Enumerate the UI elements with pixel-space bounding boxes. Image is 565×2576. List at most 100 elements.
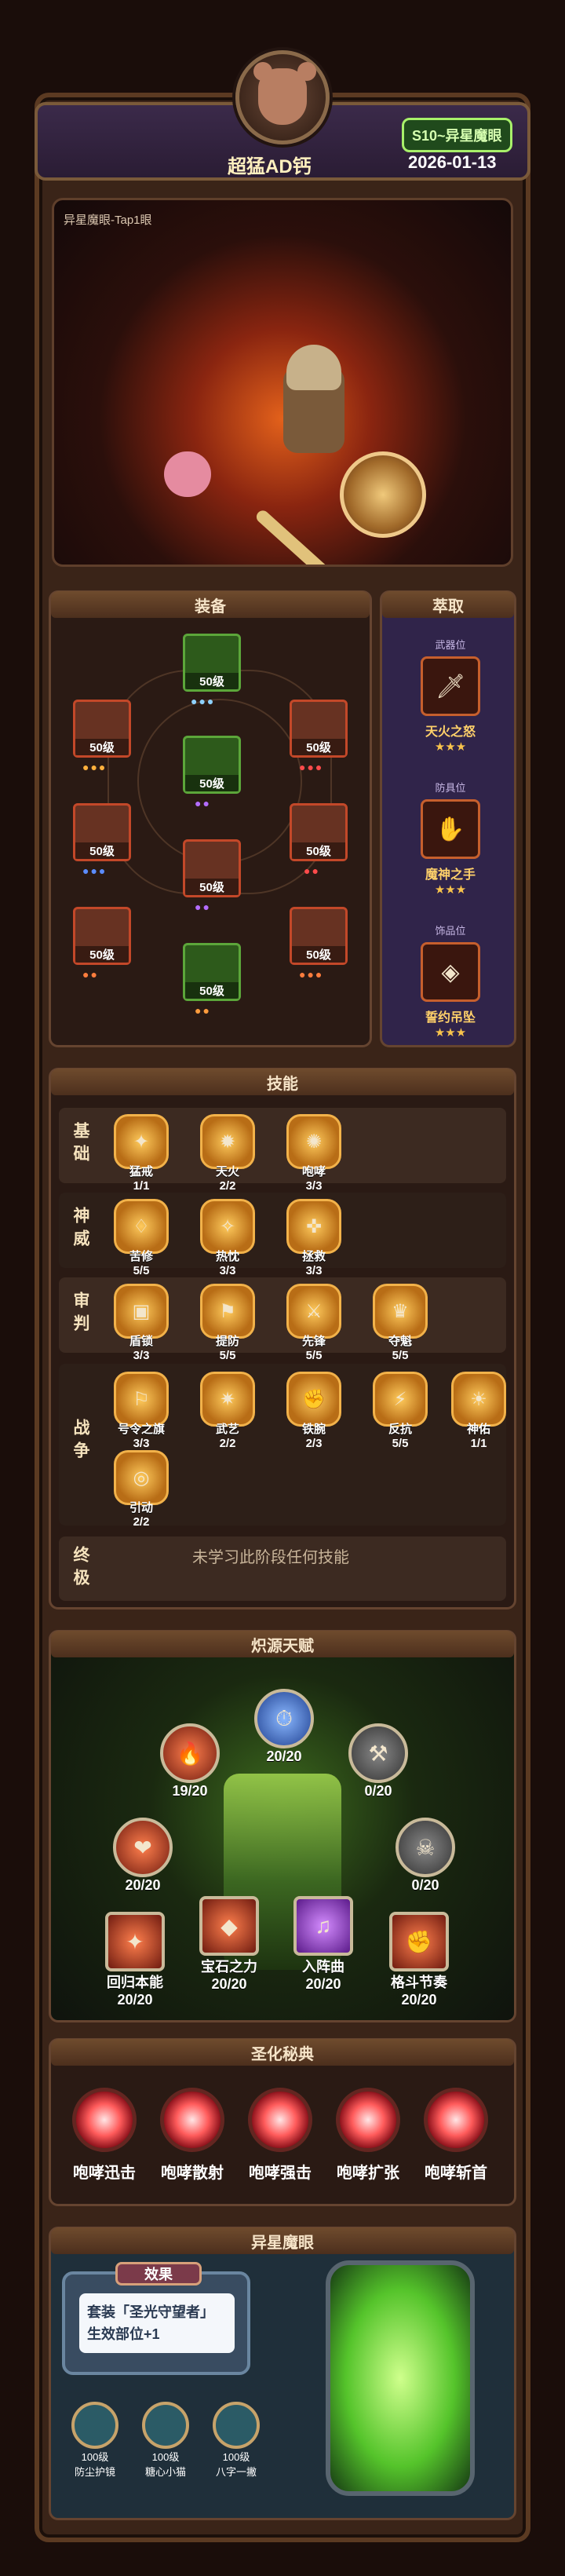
effect-line-1: 套装「圣光守望者」 [87, 2304, 214, 2320]
skill-row-war: 战争 ⚐ 号令之旗 3/3 ✷ 武艺 2/2 ✊ 铁腕 2/3 ⚡ 反抗 5/5… [59, 1364, 506, 1529]
skill-war-4[interactable]: ⚡ 反抗 5/5 [365, 1372, 436, 1450]
equipment-level: 50级 [185, 673, 239, 689]
skill-name: 武艺 [215, 1423, 239, 1436]
holy-item-1[interactable]: 咆哮迅击 [65, 2088, 144, 2183]
skill-divine-3[interactable]: ✜ 拯救 3/3 [279, 1199, 349, 1277]
skill-war-2[interactable]: ✷ 武艺 2/2 [192, 1372, 263, 1450]
skill-war-3[interactable]: ✊ 铁腕 2/3 [279, 1372, 349, 1450]
skill-level: 2/2 [219, 1437, 236, 1450]
skill-icon: ✦ [114, 1114, 169, 1169]
talent-bottom-2[interactable]: ◆ 宝石之力 20/20 [194, 1896, 264, 1993]
loot-item-armor[interactable]: 防具位 ✋ 魔神之手 ★★★ [404, 780, 497, 897]
skill-name: 引动 [129, 1501, 153, 1515]
talent-node-2[interactable]: ⏱ 20/20 [249, 1689, 319, 1765]
equipment-level: 50级 [75, 946, 129, 963]
skill-war-6[interactable]: ◎ 引动 2/2 [106, 1450, 177, 1529]
skill-divine-1[interactable]: ♢ 苦修 5/5 [106, 1199, 177, 1277]
shield-icon [340, 451, 426, 538]
loot-title: 萃取 [382, 591, 514, 618]
skill-level: 3/3 [305, 1264, 323, 1277]
skill-name: 神佑 [466, 1423, 490, 1436]
talent-node-4[interactable]: ❤ 20/20 [108, 1818, 178, 1894]
talent-value: 20/20 [401, 1992, 437, 2008]
skill-basic-2[interactable]: ✹ 天火 2/2 [192, 1114, 263, 1193]
talent-node-5[interactable]: ☠ 0/20 [390, 1818, 461, 1894]
alien-avatar-3[interactable]: 100级 八字一撇 [206, 2402, 266, 2479]
gem-icon: ◆ [199, 1896, 259, 1956]
player-avatar[interactable] [235, 50, 330, 144]
rune-icon [72, 2088, 137, 2152]
loot-category: 武器位 [435, 639, 466, 651]
equipment-level: 50级 [75, 739, 129, 755]
skill-icon: ▣ [114, 1284, 169, 1339]
holy-item-5[interactable]: 咆哮斩首 [417, 2088, 495, 2183]
skill-judge-2[interactable]: ⚑ 提防 5/5 [192, 1284, 263, 1362]
loot-panel: 萃取 武器位 🗡 天火之怒 ★★★ 防具位 ✋ 魔神之手 ★★★ 饰品位 ◈ 誓… [380, 590, 516, 1047]
skill-name: 夺魁 [388, 1335, 412, 1348]
equipment-slot-4[interactable]: 50级 [183, 736, 241, 794]
loot-item-accessory[interactable]: 饰品位 ◈ 誓约吊坠 ★★★ [404, 923, 497, 1040]
equipment-level: 50级 [75, 842, 129, 859]
skill-war-5[interactable]: ☀ 神佑 1/1 [443, 1372, 514, 1450]
equipment-slot-9[interactable]: 50级 [290, 907, 348, 965]
avatar-name: 糖心小猫 [144, 2466, 186, 2478]
talent-bottom-3[interactable]: ♫ 入阵曲 20/20 [288, 1896, 359, 1993]
equipment-slot-1[interactable]: 50级 [183, 634, 241, 692]
talent-node-1[interactable]: 🔥 19/20 [155, 1723, 225, 1800]
equipment-slot-6[interactable]: 50级 [290, 803, 348, 861]
skill-judge-3[interactable]: ⚔ 先锋 5/5 [279, 1284, 349, 1362]
skill-basic-3[interactable]: ✺ 咆哮 3/3 [279, 1114, 349, 1193]
holy-item-4[interactable]: 咆哮扩张 [329, 2088, 407, 2183]
pendant-icon: ◈ [421, 942, 480, 1002]
cat-icon [142, 2402, 189, 2449]
loot-name: 天火之怒 [425, 725, 476, 739]
skill-level: 3/3 [305, 1179, 323, 1193]
skill-name: 猛戒 [129, 1165, 153, 1178]
skill-icon: ◎ [114, 1450, 169, 1505]
skill-divine-2[interactable]: ✧ 热忱 3/3 [192, 1199, 263, 1277]
talent-icon: ✦ [105, 1912, 165, 1971]
hammer-icon: ⚒ [348, 1723, 408, 1783]
talent-name: 入阵曲 [302, 1959, 344, 1975]
skill-icon: ♛ [373, 1284, 428, 1339]
holy-item-3[interactable]: 咆哮强击 [241, 2088, 319, 2183]
equipment-slot-10[interactable]: 50级 [183, 943, 241, 1001]
equipment-slot-7[interactable]: 50级 [183, 839, 241, 897]
skill-name: 先锋 [301, 1335, 326, 1348]
talent-node-3[interactable]: ⚒ 0/20 [343, 1723, 414, 1800]
skill-basic-1[interactable]: ✦ 猛戒 1/1 [106, 1114, 177, 1193]
equipment-slot-8[interactable]: 50级 [73, 907, 131, 965]
alien-avatar-1[interactable]: 100级 防尘护镜 [65, 2402, 125, 2479]
talent-value: 19/20 [172, 1783, 208, 1799]
equipment-slot-3[interactable]: 50级 [290, 700, 348, 758]
holy-item-2[interactable]: 咆哮散射 [153, 2088, 231, 2183]
talent-bottom-1[interactable]: ✦ 回归本能 20/20 [100, 1912, 170, 2008]
skill-judge-4[interactable]: ♛ 夺魁 5/5 [365, 1284, 436, 1362]
skill-icon: ✊ [286, 1372, 341, 1427]
equipment-gems: ●●● [191, 695, 216, 707]
talent-value: 20/20 [125, 1877, 161, 1893]
alien-avatar-2[interactable]: 100级 糖心小猫 [136, 2402, 195, 2479]
equipment-gems: ●● [195, 901, 211, 913]
talent-name: 回归本能 [107, 1975, 163, 1990]
equipment-slot-5[interactable]: 50级 [73, 803, 131, 861]
loot-stars: ★★★ [434, 740, 467, 754]
effect-badge: 效果 [115, 2262, 202, 2286]
skill-judge-1[interactable]: ▣ 盾锁 3/3 [106, 1284, 177, 1362]
skill-name: 铁腕 [301, 1423, 326, 1436]
profile-date: 2026-01-13 [408, 152, 497, 172]
equipment-slot-2[interactable]: 50级 [73, 700, 131, 758]
alien-eye-panel: 异星魔眼 效果 套装「圣光守望者」 生效部位+1 100级 防尘护镜 100级 … [49, 2227, 516, 2520]
skill-name: 苦修 [129, 1250, 153, 1263]
gauntlet-icon: ✋ [421, 799, 480, 859]
stage-title: 异星魔眼-Tap1眼 [64, 214, 152, 227]
equipment-gems: ●●● [82, 761, 108, 773]
skill-war-1[interactable]: ⚐ 号令之旗 3/3 [106, 1372, 177, 1450]
skill-level: 5/5 [392, 1437, 409, 1450]
skill-icon: ⚐ [114, 1372, 169, 1427]
talent-value: 20/20 [117, 1992, 153, 2008]
loot-item-weapon[interactable]: 武器位 🗡 天火之怒 ★★★ [404, 637, 497, 754]
loot-name: 誓约吊坠 [425, 1011, 476, 1025]
talent-value: 0/20 [411, 1877, 439, 1893]
talent-bottom-4[interactable]: ✊ 格斗节奏 20/20 [384, 1912, 454, 2008]
